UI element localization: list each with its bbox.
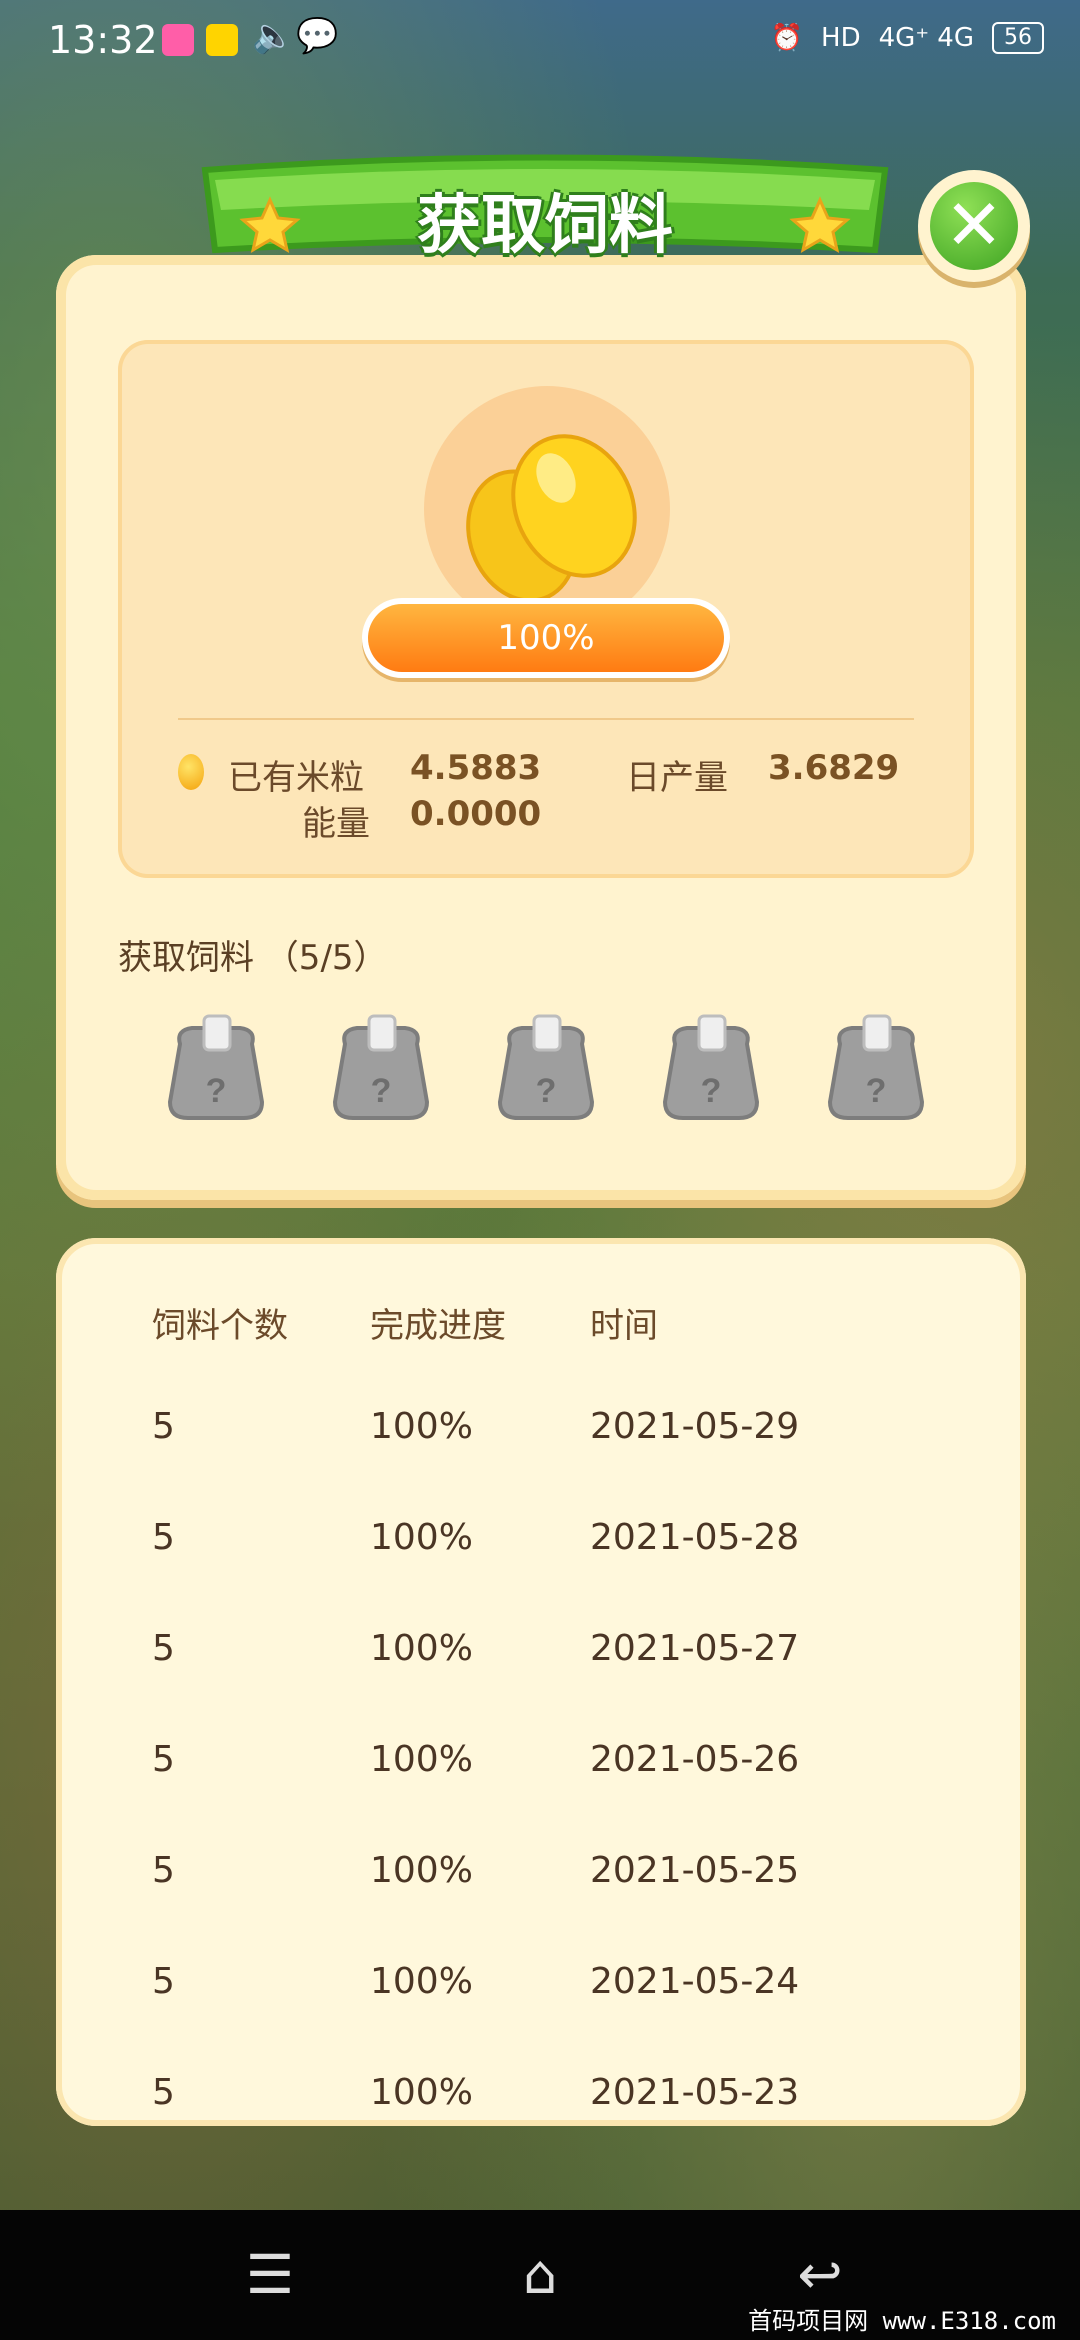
cell-feed-count: 5: [152, 1406, 175, 1447]
table-row: 5 100% 2021-05-24: [56, 1961, 1026, 2072]
chat-bubble-icon: 💬: [296, 16, 339, 56]
close-button[interactable]: ✕: [918, 170, 1030, 282]
divider: [178, 718, 914, 720]
app-notification-icon: [162, 24, 194, 56]
mystery-bag-icon[interactable]: ?: [323, 1010, 439, 1126]
svg-text:?: ?: [206, 1072, 227, 1110]
svg-text:?: ?: [371, 1072, 392, 1110]
close-icon[interactable]: ✕: [930, 182, 1018, 270]
rice-coin-icon: [178, 754, 204, 790]
bean-backdrop: [424, 386, 670, 632]
column-header-progress: 完成进度: [370, 1306, 506, 1346]
cell-date: 2021-05-29: [590, 1406, 800, 1447]
alarm-icon: ⏰: [770, 23, 804, 53]
cell-progress: 100%: [370, 1739, 473, 1780]
cell-progress: 100%: [370, 1628, 473, 1669]
mystery-bag-icon[interactable]: ?: [488, 1010, 604, 1126]
column-header-time: 时间: [590, 1306, 658, 1346]
energy-label: 能量: [302, 804, 370, 844]
table-row: 5 100% 2021-05-27: [56, 1628, 1026, 1739]
status-indicators: ⏰ HD 4G⁺ 4G 56: [771, 22, 1044, 54]
hd-icon: HD: [821, 23, 861, 53]
progress-bar: 100%: [362, 598, 730, 678]
cell-feed-count: 5: [152, 1628, 175, 1669]
status-bar: 13:32 🔈 💬 ⏰ HD 4G⁺ 4G 56: [0, 0, 1080, 90]
stats-card: 100% 已有米粒 4.5883 日产量 3.6829 能量 0.0000: [118, 340, 974, 878]
title-banner: 获取饲料: [185, 150, 905, 300]
cell-feed-count: 5: [152, 2072, 175, 2113]
cell-progress: 100%: [370, 1961, 473, 2002]
daily-output-label: 日产量: [626, 758, 728, 798]
back-icon[interactable]: ↩: [780, 2240, 860, 2310]
menu-icon[interactable]: ☰: [230, 2240, 310, 2310]
table-row: 5 100% 2021-05-26: [56, 1739, 1026, 1850]
svg-text:?: ?: [536, 1072, 557, 1110]
cell-feed-count: 5: [152, 1850, 175, 1891]
cell-date: 2021-05-24: [590, 1961, 800, 2002]
status-time: 13:32: [48, 18, 158, 62]
meituan-notification-icon: [206, 24, 238, 56]
column-header-feed-count: 饲料个数: [152, 1306, 288, 1346]
cell-feed-count: 5: [152, 1517, 175, 1558]
table-row: 5 100% 2021-05-29: [56, 1406, 1026, 1517]
mystery-bag-icon[interactable]: ?: [818, 1010, 934, 1126]
rice-label: 已有米粒: [228, 758, 364, 798]
table-row: 5 100% 2021-05-28: [56, 1517, 1026, 1628]
svg-text:?: ?: [866, 1072, 887, 1110]
cell-date: 2021-05-28: [590, 1517, 800, 1558]
battery-icon: 56: [992, 22, 1044, 54]
daily-output-value: 3.6829: [768, 748, 900, 788]
rice-value: 4.5883: [410, 748, 542, 788]
table-row: 5 100% 2021-05-25: [56, 1850, 1026, 1961]
cell-date: 2021-05-27: [590, 1628, 800, 1669]
cell-feed-count: 5: [152, 1961, 175, 2002]
cell-date: 2021-05-25: [590, 1850, 800, 1891]
speaker-icon: 🔈: [252, 16, 295, 56]
home-icon[interactable]: ⌂: [500, 2240, 580, 2310]
feed-section-title: 获取饲料 （5/5）: [118, 938, 388, 978]
progress-label: 100%: [497, 618, 595, 658]
cell-feed-count: 5: [152, 1739, 175, 1780]
cell-progress: 100%: [370, 2072, 473, 2113]
cell-date: 2021-05-23: [590, 2072, 800, 2113]
mystery-bag-icon[interactable]: ?: [653, 1010, 769, 1126]
cell-progress: 100%: [370, 1517, 473, 1558]
svg-text:?: ?: [701, 1072, 722, 1110]
cell-date: 2021-05-26: [590, 1739, 800, 1780]
energy-value: 0.0000: [410, 794, 542, 834]
cell-progress: 100%: [370, 1850, 473, 1891]
mystery-bag-icon[interactable]: ?: [158, 1010, 274, 1126]
watermark: 首码项目网 www.E318.com: [748, 2307, 1056, 2335]
system-nav-bar: ☰ ⌂ ↩ 首码项目网 www.E318.com: [0, 2210, 1080, 2340]
cell-progress: 100%: [370, 1406, 473, 1447]
history-table: 饲料个数 完成进度 时间 5 100% 2021-05-29 5 100% 2021-05…: [56, 1238, 1026, 2126]
signal-icon: 4G⁺ 4G: [878, 23, 974, 53]
dialog-title: 获取饲料: [417, 189, 673, 263]
rice-beans-icon: [466, 434, 637, 603]
table-row: 5 100% 2021-05-23: [56, 2072, 1026, 2126]
